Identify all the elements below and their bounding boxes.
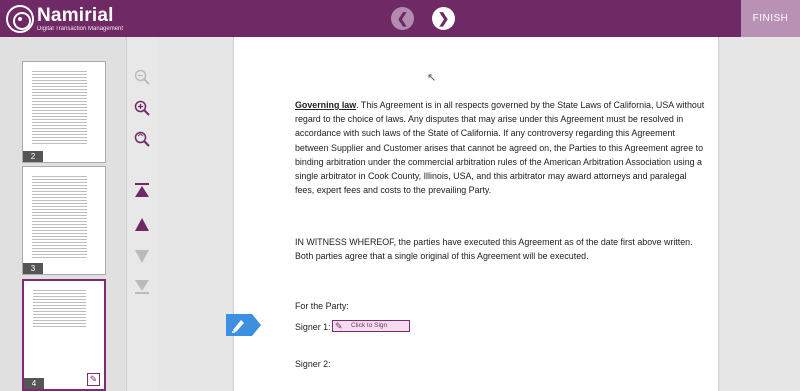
last-page-button[interactable] <box>133 278 151 296</box>
previous-page-button[interactable]: ❮ <box>391 7 414 30</box>
chevron-right-icon: ❯ <box>437 10 450 26</box>
chevron-left-icon: ❮ <box>396 10 409 26</box>
thumbnail-page-number: 3 <box>23 263 43 274</box>
signature-pen-icon: ✎ <box>335 321 343 331</box>
signer2-label: Signer 2: <box>295 359 331 369</box>
for-party-label: For the Party: <box>295 301 349 311</box>
thumbnail-page-2[interactable]: 2 <box>22 61 106 163</box>
namirial-logo: Namirial Digital Transaction Management <box>6 4 123 34</box>
governing-law-heading: Governing law <box>295 100 357 110</box>
zoom-out-icon <box>134 69 150 85</box>
finish-button[interactable]: FINISH <box>741 0 800 37</box>
last-page-icon <box>135 280 149 294</box>
thumbnail-page-3[interactable]: 3 <box>22 166 106 275</box>
signature-field[interactable]: ✎ Click to Sign <box>332 320 410 332</box>
signature-marker-icon: ✎ <box>87 373 100 386</box>
thumbnail-page-4[interactable]: 4 ✎ <box>22 279 106 391</box>
thumbnail-page-number: 4 <box>24 378 44 389</box>
logo-mark-icon <box>6 5 34 33</box>
governing-law-paragraph: Governing law. This Agreement is in all … <box>295 100 705 196</box>
logo-tagline: Digital Transaction Management <box>37 26 124 32</box>
zoom-out-button[interactable] <box>133 68 151 86</box>
first-page-icon <box>135 183 149 197</box>
signature-pointer-icon[interactable] <box>226 314 261 336</box>
signature-field-label: Click to Sign <box>351 322 388 329</box>
page-down-button[interactable] <box>133 247 151 265</box>
zoom-reset-button[interactable] <box>133 130 151 148</box>
first-page-button[interactable] <box>133 181 151 199</box>
triangle-up-icon <box>135 218 149 231</box>
triangle-down-icon <box>135 250 149 263</box>
witness-paragraph: IN WITNESS WHEREOF, the parties have exe… <box>295 237 693 262</box>
zoom-reset-icon <box>134 131 150 147</box>
logo-name: Namirial <box>37 5 114 26</box>
zoom-in-button[interactable] <box>133 99 151 117</box>
document-viewer[interactable]: Governing law. This Agreement is in all … <box>157 37 800 391</box>
document-page: Governing law. This Agreement is in all … <box>233 37 719 391</box>
thumbnail-panel: 2 3 4 ✎ <box>0 37 127 391</box>
zoom-in-icon <box>134 100 150 116</box>
next-page-button[interactable]: ❯ <box>432 7 455 30</box>
page-up-button[interactable] <box>133 215 151 233</box>
thumbnail-page-number: 2 <box>23 151 43 162</box>
mouse-cursor-icon: ↖ <box>427 72 437 84</box>
toolbar-vertical <box>127 37 157 391</box>
top-bar: Namirial Digital Transaction Management … <box>0 0 800 37</box>
